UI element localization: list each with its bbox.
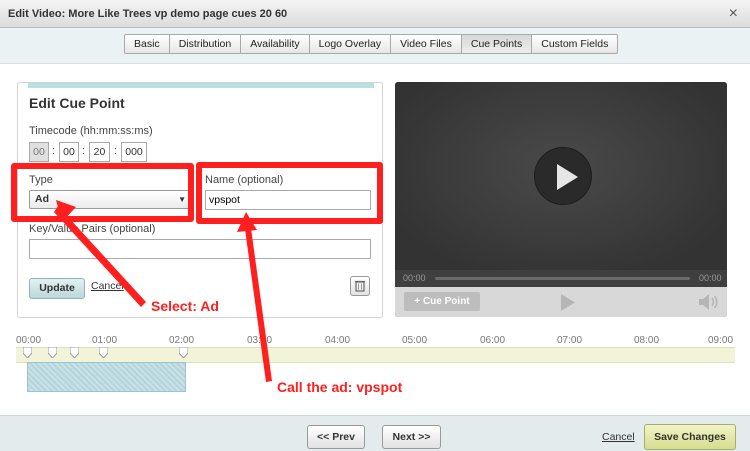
arrow-select-ad xyxy=(54,206,146,307)
arrow-head-icon xyxy=(237,212,257,232)
annotation-select-ad: Select: Ad xyxy=(151,298,219,314)
arrow-call-ad xyxy=(244,221,272,382)
annotation-call-ad: Call the ad: vpspot xyxy=(277,379,403,395)
